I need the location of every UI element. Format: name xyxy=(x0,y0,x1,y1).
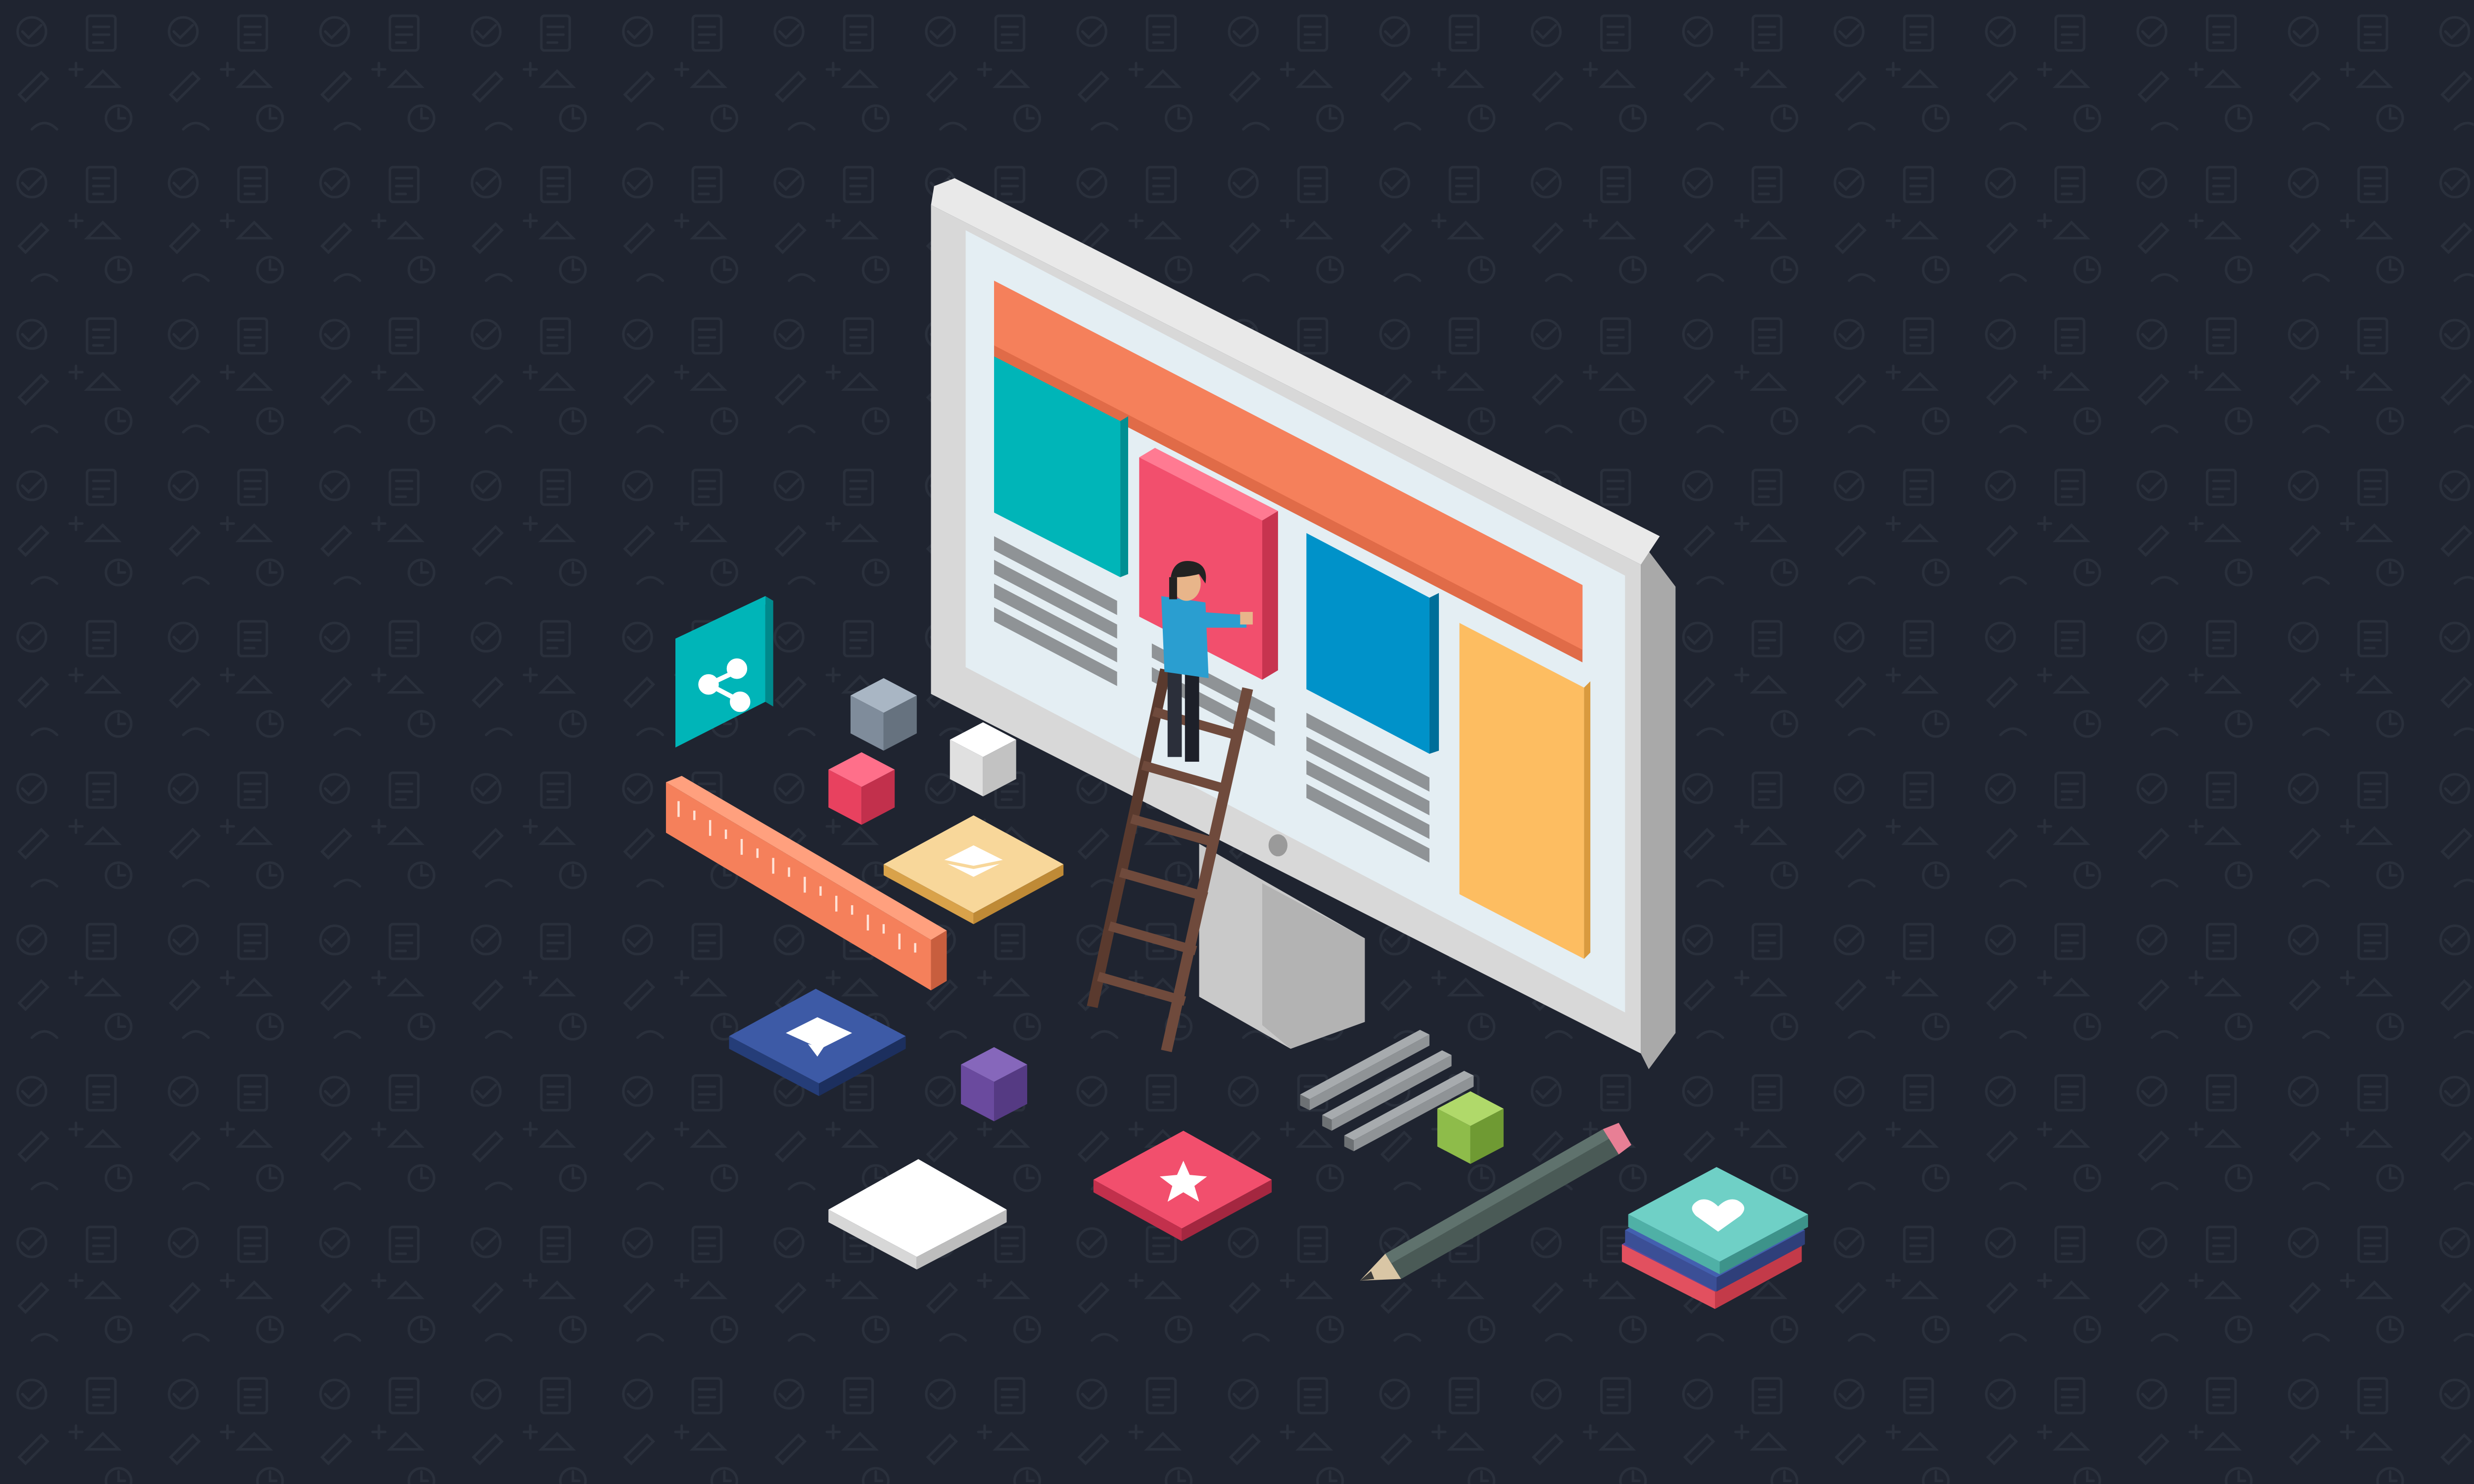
power-button xyxy=(1268,834,1288,857)
illustration-canvas xyxy=(0,0,2474,1484)
isometric-web-design-illustration xyxy=(0,0,2474,1484)
